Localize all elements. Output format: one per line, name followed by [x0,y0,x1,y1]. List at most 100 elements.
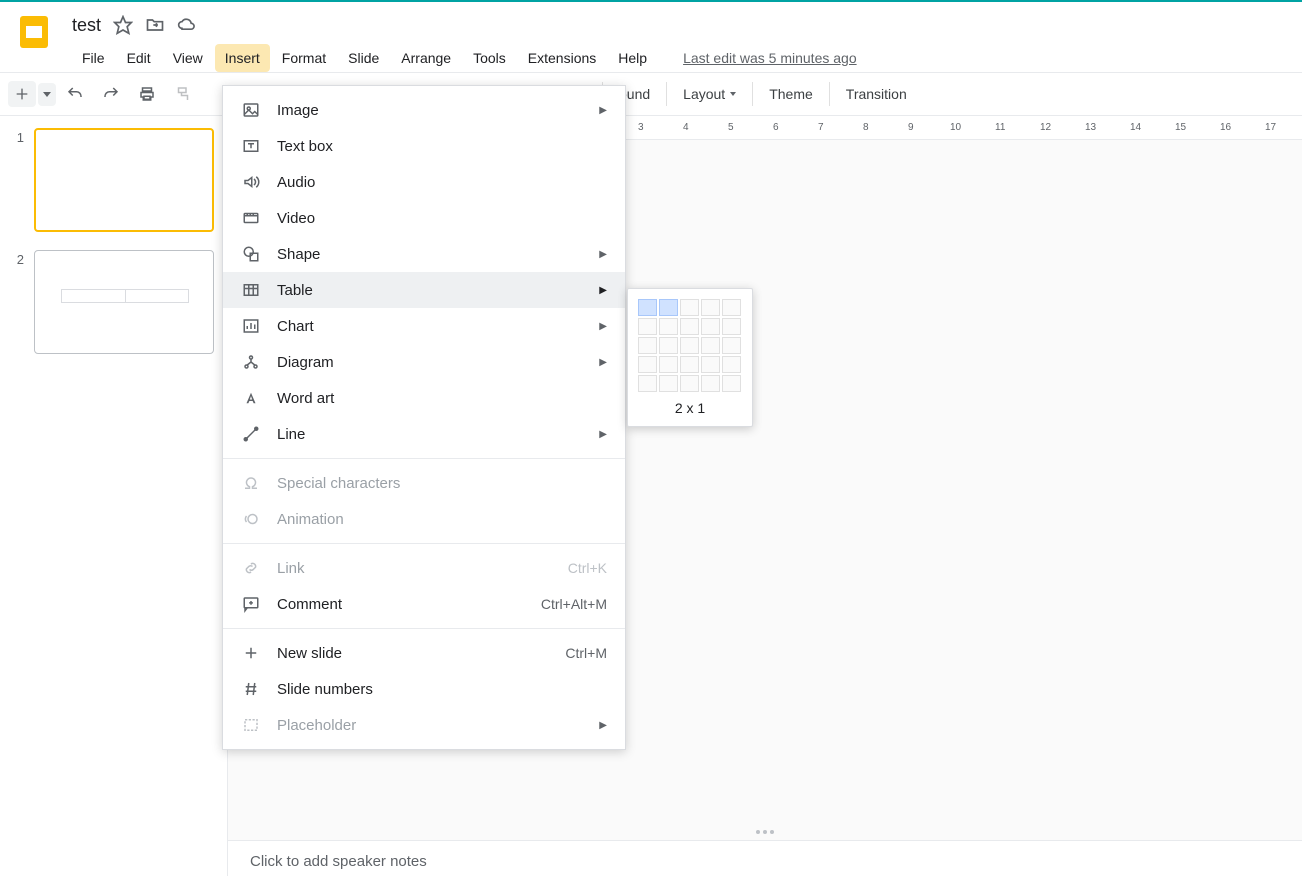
picker-cell[interactable] [680,337,699,354]
picker-cell[interactable] [680,375,699,392]
picker-cell[interactable] [722,375,741,392]
picker-cell[interactable] [638,375,657,392]
picker-cell[interactable] [722,337,741,354]
picker-cell[interactable] [701,375,720,392]
insert-shape[interactable]: Shape ▶ [223,236,625,272]
picker-cell[interactable] [701,337,720,354]
menu-extensions[interactable]: Extensions [518,44,606,72]
menu-file[interactable]: File [72,44,115,72]
submenu-arrow-icon: ▶ [593,285,607,296]
video-icon [241,208,261,228]
insert-image[interactable]: Image ▶ [223,92,625,128]
undo-button[interactable] [58,79,92,109]
picker-cell[interactable] [701,356,720,373]
picker-cell[interactable] [659,356,678,373]
speaker-notes-placeholder: Click to add speaker notes [250,853,427,870]
insert-link: Link Ctrl+K [223,550,625,586]
insert-audio[interactable]: Audio [223,164,625,200]
menu-label: Diagram [277,354,577,371]
insert-slide-numbers[interactable]: Slide numbers [223,671,625,707]
insert-diagram[interactable]: Diagram ▶ [223,344,625,380]
slide-thumb-1[interactable]: 1 [10,128,217,232]
picker-cell[interactable] [638,318,657,335]
doc-title[interactable]: test [72,15,101,36]
ruler-tick: 17 [1265,122,1276,133]
menu-help[interactable]: Help [608,44,657,72]
insert-chart[interactable]: Chart ▶ [223,308,625,344]
main-area: 1 2 3 4 5 6 7 8 9 10 11 12 13 14 15 16 1… [0,116,1302,876]
omega-icon [241,473,261,493]
slide-thumbnail[interactable] [34,250,214,354]
last-edit-link[interactable]: Last edit was 5 minutes ago [673,44,867,72]
picker-cell[interactable] [680,318,699,335]
ruler-tick: 6 [773,122,779,133]
picker-cell[interactable] [638,299,657,316]
audio-icon [241,172,261,192]
picker-cell[interactable] [638,337,657,354]
layout-button[interactable]: Layout [673,80,746,108]
picker-cell[interactable] [680,299,699,316]
slide-thumbnail[interactable] [34,128,214,232]
print-button[interactable] [130,79,164,109]
new-slide-button[interactable] [8,81,36,107]
slides-logo-icon[interactable] [16,14,52,50]
menu-tools[interactable]: Tools [463,44,516,72]
placeholder-icon [241,715,261,735]
insert-textbox[interactable]: Text box [223,128,625,164]
picker-grid[interactable] [638,299,742,392]
new-slide-dropdown[interactable] [38,83,56,106]
ruler-tick: 8 [863,122,869,133]
picker-cell[interactable] [722,299,741,316]
menu-slide[interactable]: Slide [338,44,389,72]
thumbnail-table-preview [61,289,189,303]
ruler-tick: 10 [950,122,961,133]
insert-comment[interactable]: Comment Ctrl+Alt+M [223,586,625,622]
picker-cell[interactable] [659,375,678,392]
picker-cell[interactable] [701,299,720,316]
link-icon [241,558,261,578]
insert-new-slide[interactable]: New slide Ctrl+M [223,635,625,671]
insert-animation: Animation [223,501,625,537]
paint-format-button[interactable] [166,79,200,109]
star-icon[interactable] [113,15,133,35]
menu-format[interactable]: Format [272,44,336,72]
redo-button[interactable] [94,79,128,109]
picker-cell[interactable] [659,299,678,316]
cloud-status-icon[interactable] [177,15,197,35]
menu-view[interactable]: View [163,44,213,72]
transition-button[interactable]: Transition [836,80,917,108]
slide-thumb-2[interactable]: 2 [10,250,217,354]
theme-button[interactable]: Theme [759,80,823,108]
submenu-arrow-icon: ▶ [593,720,607,731]
picker-cell[interactable] [722,356,741,373]
ruler-tick: 3 [638,122,644,133]
plus-icon [241,643,261,663]
picker-cell[interactable] [659,337,678,354]
speaker-notes[interactable]: Click to add speaker notes [228,840,1302,888]
picker-cell[interactable] [638,356,657,373]
table-icon [241,280,261,300]
comment-icon [241,594,261,614]
move-folder-icon[interactable] [145,15,165,35]
image-icon [241,100,261,120]
picker-cell[interactable] [722,318,741,335]
menu-arrange[interactable]: Arrange [391,44,461,72]
insert-wordart[interactable]: Word art [223,380,625,416]
ruler-tick: 14 [1130,122,1141,133]
menu-label: Special characters [277,475,607,492]
menu-separator [223,458,625,459]
notes-drag-handle-icon[interactable] [745,830,785,836]
diagram-icon [241,352,261,372]
hash-icon [241,679,261,699]
menu-edit[interactable]: Edit [117,44,161,72]
slide-panel: 1 2 [0,116,228,876]
insert-video[interactable]: Video [223,200,625,236]
picker-cell[interactable] [659,318,678,335]
menu-label: Line [277,426,577,443]
insert-table[interactable]: Table ▶ [223,272,625,308]
menu-insert[interactable]: Insert [215,44,270,72]
insert-line[interactable]: Line ▶ [223,416,625,452]
ruler-tick: 7 [818,122,824,133]
picker-cell[interactable] [680,356,699,373]
picker-cell[interactable] [701,318,720,335]
